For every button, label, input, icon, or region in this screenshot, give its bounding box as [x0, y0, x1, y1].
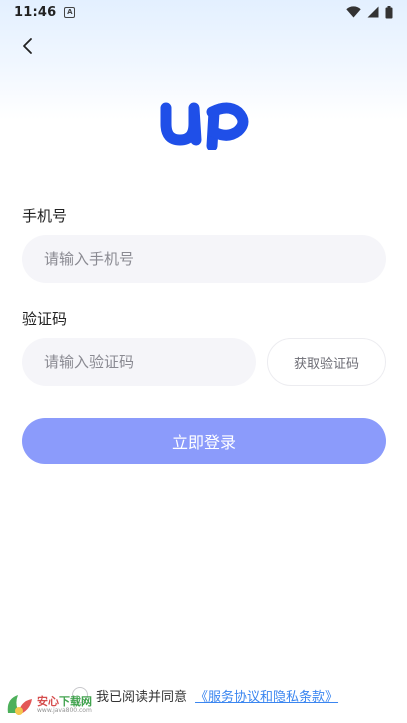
- code-input[interactable]: [22, 338, 256, 386]
- watermark-leaf-icon: [7, 695, 32, 715]
- watermark-logo: 安心下载网 www.java800.com: [4, 690, 124, 720]
- cellular-signal-icon: [367, 6, 379, 18]
- phone-label: 手机号: [22, 207, 68, 225]
- chevron-left-icon: [23, 38, 32, 54]
- status-time: 11:46: [14, 4, 57, 20]
- battery-icon: [385, 5, 393, 18]
- phone-input[interactable]: [22, 235, 386, 283]
- notification-icon: A: [64, 6, 76, 18]
- status-bar: 11:46 A: [0, 0, 407, 24]
- back-button[interactable]: [16, 34, 40, 58]
- code-label: 验证码: [22, 310, 68, 328]
- status-right: [346, 5, 393, 19]
- up-logo: [160, 102, 249, 150]
- get-code-button[interactable]: 获取验证码: [267, 338, 386, 386]
- wifi-icon: [346, 6, 361, 18]
- agreement-link[interactable]: 《服务协议和隐私条款》: [195, 686, 338, 705]
- status-left: 11:46 A: [14, 4, 76, 20]
- login-button[interactable]: 立即登录: [22, 418, 386, 464]
